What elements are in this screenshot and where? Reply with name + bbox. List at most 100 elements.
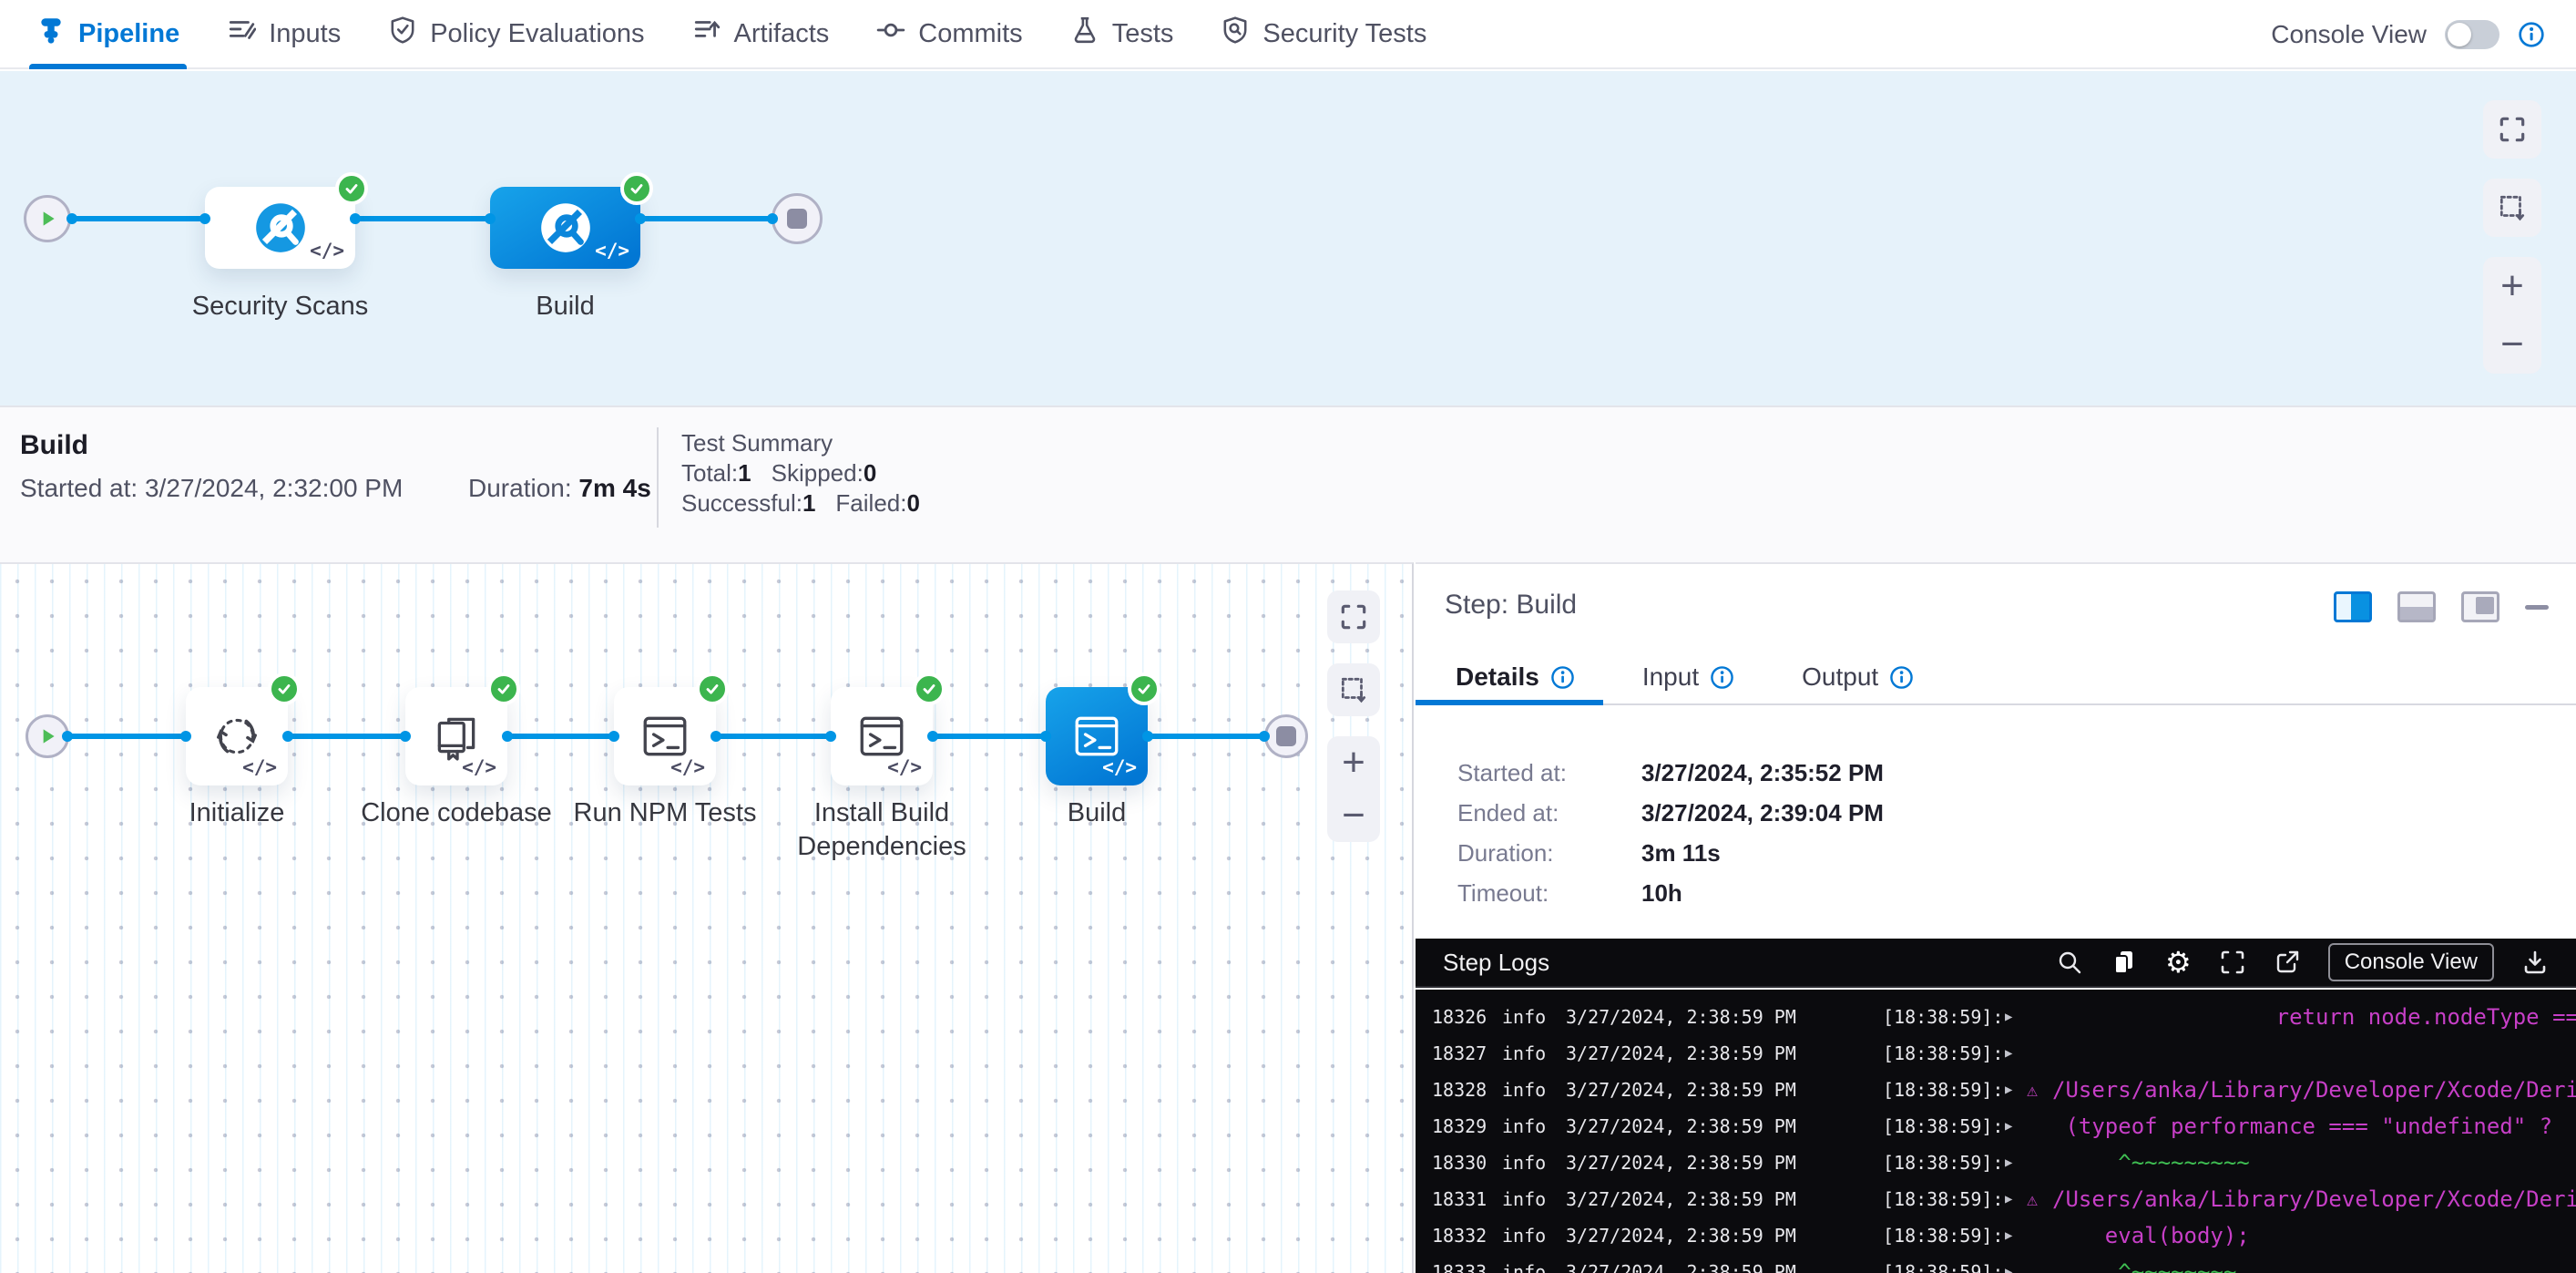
expand-arrow-icon[interactable]: ▶ [2005,1119,2027,1134]
fullscreen-icon[interactable] [2219,949,2246,976]
log-level: info [1502,1115,1566,1137]
success-check-badge [913,672,946,705]
tests-icon [1070,15,1099,52]
tab-inputs[interactable]: Inputs [227,0,341,67]
panel-tab-input[interactable]: Input [1642,662,1734,692]
terminal-icon [855,710,908,763]
log-line-number: 18327 [1432,1042,1502,1064]
pipeline-start-node[interactable] [24,195,71,242]
artifacts-icon [692,15,721,52]
zoom-out-button[interactable]: − [1327,789,1380,842]
step-logs-header: Step Logs ⚙ Console View [1416,939,2576,988]
tab-artifacts[interactable]: Artifacts [692,0,830,67]
detail-row: Timeout:10h [1416,879,2576,912]
security-tests-icon [1221,15,1250,52]
expand-arrow-icon[interactable]: ▶ [2005,1010,2027,1024]
tab-pipeline[interactable]: Pipeline [36,0,179,67]
canvas-controls: +− [1327,590,1380,842]
step-node-initialize[interactable]: </> [186,687,288,785]
step-logs-output[interactable]: 18326info3/27/2024, 2:38:59 PM[18:38:59]… [1416,990,2576,1273]
step-node-build[interactable]: </> [1046,687,1148,785]
panel-tab-details[interactable]: Details [1456,662,1575,692]
node-port [282,731,293,742]
log-line-number: 18332 [1432,1225,1502,1247]
log-line: 18328info3/27/2024, 2:38:59 PM[18:38:59]… [1416,1072,2576,1108]
log-content: /Users/anka/Library/Developer/Xcode/Deri… [2052,1077,2576,1103]
expand-arrow-icon[interactable]: ▶ [2005,1046,2027,1061]
panel-tab-output[interactable]: Output [1802,662,1914,692]
connector-line [288,734,405,739]
copy-icon[interactable] [2111,949,2138,976]
info-icon[interactable] [1550,665,1575,690]
layout-right-panel-button[interactable] [2334,591,2372,622]
zoom-in-button[interactable]: + [1327,736,1380,789]
tab-label: Pipeline [78,19,179,49]
stage-node-build[interactable]: </> [490,187,640,269]
success-check-badge [487,672,520,705]
info-icon[interactable] [1710,665,1734,690]
expand-arrow-icon[interactable]: ▶ [2005,1228,2027,1243]
tab-commits[interactable]: Commits [876,0,1022,67]
expand-arrow-icon[interactable]: ▶ [2005,1083,2027,1097]
step-panel-title: Step: Build [1445,590,1577,621]
open-in-new-icon[interactable] [2274,949,2301,976]
stage-node-security-scans[interactable]: </> [205,187,355,269]
log-line-number: 18331 [1432,1188,1502,1210]
stage-started-at: Started at: 3/27/2024, 2:32:00 PM [20,474,403,503]
search-icon[interactable] [2056,949,2083,976]
canvas-fullscreen-button[interactable] [2483,100,2541,159]
log-content: /Users/anka/Library/Developer/Xcode/Deri… [2052,1186,2576,1212]
step-node-run-npm-tests[interactable]: </> [614,687,716,785]
log-line: 18329info3/27/2024, 2:38:59 PM[18:38:59]… [1416,1108,2576,1145]
code-step-icon: </> [887,756,922,778]
expand-arrow-icon[interactable]: ▶ [2005,1265,2027,1273]
pipeline-end-node[interactable] [772,193,823,244]
log-timestamp: 3/27/2024, 2:38:59 PM [1566,1261,1883,1273]
stop-square-icon [1276,726,1296,746]
log-line-number: 18333 [1432,1261,1502,1273]
pipeline-end-node[interactable] [1264,714,1308,758]
step-node-install-build-dependencies[interactable]: </> [831,687,933,785]
layout-bottom-panel-button[interactable] [2397,591,2436,622]
canvas-select-button[interactable] [1327,663,1380,716]
sync-icon [210,710,263,763]
connector-line [716,734,831,739]
tab-label: Security Tests [1262,19,1426,49]
canvas-select-button[interactable] [2483,179,2541,237]
settings-gear-icon[interactable]: ⚙ [2165,949,2192,976]
info-icon[interactable] [1889,665,1914,690]
console-view-button[interactable]: Console View [2328,943,2494,981]
console-view-toggle[interactable] [2445,20,2499,49]
panel-tab-label: Details [1456,662,1539,692]
connector-line [67,734,186,739]
layout-floating-panel-button[interactable] [2461,591,2499,622]
node-port [608,731,619,742]
step-node-label: Build [992,796,1201,830]
log-time-bracket: [18:38:59]: [1883,1188,2005,1210]
expand-arrow-icon[interactable]: ▶ [2005,1155,2027,1170]
canvas-fullscreen-button[interactable] [1327,590,1380,643]
connector-line [355,216,490,221]
connector-line [933,734,1046,739]
zoom-in-button[interactable]: + [2483,257,2541,315]
tab-security-tests[interactable]: Security Tests [1221,0,1426,67]
log-line: 18332info3/27/2024, 2:38:59 PM[18:38:59]… [1416,1217,2576,1254]
log-level: info [1502,1225,1566,1247]
zoom-out-button[interactable]: − [2483,315,2541,374]
detail-label: Duration: [1457,839,1554,867]
log-time-bracket: [18:38:59]: [1883,1006,2005,1028]
expand-arrow-icon[interactable]: ▶ [2005,1192,2027,1206]
info-icon[interactable] [2518,21,2545,48]
log-time-bracket: [18:38:59]: [1883,1042,2005,1064]
step-node-clone-codebase[interactable]: </> [405,687,507,785]
minimize-panel-button[interactable] [2525,605,2549,610]
panel-tab-label: Input [1642,662,1699,692]
log-level: info [1502,1042,1566,1064]
download-logs-icon[interactable] [2521,949,2549,976]
node-port [767,213,778,224]
tab-policy-evaluations[interactable]: Policy Evaluations [388,0,644,67]
log-line-number: 18326 [1432,1006,1502,1028]
tab-tests[interactable]: Tests [1070,0,1174,67]
log-line: 18330info3/27/2024, 2:38:59 PM[18:38:59]… [1416,1145,2576,1181]
log-time-bracket: [18:38:59]: [1883,1079,2005,1101]
